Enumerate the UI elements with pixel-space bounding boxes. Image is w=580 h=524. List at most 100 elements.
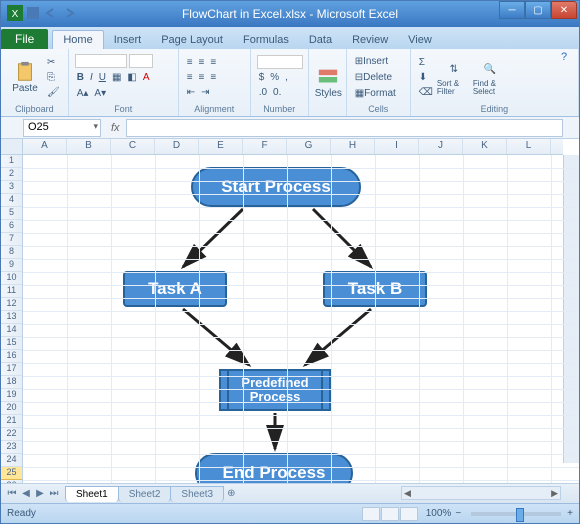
font-color-button[interactable]: A	[141, 70, 152, 84]
row-header[interactable]: 4	[1, 194, 22, 207]
row-header[interactable]: 18	[1, 376, 22, 389]
row-header[interactable]: 5	[1, 207, 22, 220]
sheet-tab-1[interactable]: Sheet1	[65, 486, 119, 502]
row-header[interactable]: 2	[1, 168, 22, 181]
tab-review[interactable]: Review	[342, 31, 398, 49]
name-box[interactable]: O25	[23, 119, 101, 137]
page-layout-view-button[interactable]	[381, 507, 399, 521]
zoom-slider[interactable]	[471, 512, 561, 516]
col-header[interactable]: J	[419, 139, 463, 154]
formula-input[interactable]	[126, 119, 563, 137]
zoom-out-icon[interactable]: −	[455, 508, 461, 519]
autosum-icon[interactable]: Σ	[417, 55, 435, 69]
row-header[interactable]: 1	[1, 155, 22, 168]
row-header[interactable]: 15	[1, 337, 22, 350]
help-icon[interactable]: ?	[561, 51, 575, 65]
cell-styles-button[interactable]: Styles	[315, 57, 342, 107]
align-left-icon[interactable]: ≡	[185, 70, 195, 84]
sheet-nav-next-icon[interactable]: ▶	[33, 488, 47, 499]
row-header[interactable]: 12	[1, 298, 22, 311]
align-top-icon[interactable]: ≡	[185, 55, 195, 69]
col-header[interactable]: D	[155, 139, 199, 154]
tab-data[interactable]: Data	[299, 31, 342, 49]
clear-icon[interactable]: ⌫	[417, 85, 435, 99]
row-header[interactable]: 7	[1, 233, 22, 246]
row-header[interactable]: 6	[1, 220, 22, 233]
sheet-nav-first-icon[interactable]: ⏮	[5, 488, 19, 499]
format-painter-icon[interactable]: 🖌	[45, 85, 62, 99]
format-cells-button[interactable]: ▦ Format	[353, 86, 398, 100]
cut-icon[interactable]: ✂	[45, 55, 62, 69]
bold-button[interactable]: B	[75, 70, 86, 84]
col-header[interactable]: H	[331, 139, 375, 154]
copy-icon[interactable]: ⎘	[45, 70, 62, 84]
row-header[interactable]: 19	[1, 389, 22, 402]
close-button[interactable]: ✕	[551, 1, 577, 19]
col-header[interactable]: E	[199, 139, 243, 154]
row-header[interactable]: 17	[1, 363, 22, 376]
tab-page-layout[interactable]: Page Layout	[151, 31, 233, 49]
row-header[interactable]: 24	[1, 454, 22, 467]
normal-view-button[interactable]	[362, 507, 380, 521]
page-break-view-button[interactable]	[400, 507, 418, 521]
undo-icon[interactable]	[43, 5, 59, 21]
new-sheet-icon[interactable]: ⊕	[223, 488, 239, 499]
col-header[interactable]: L	[507, 139, 551, 154]
col-header[interactable]: C	[111, 139, 155, 154]
row-header[interactable]: 22	[1, 428, 22, 441]
save-icon[interactable]	[25, 5, 41, 21]
spreadsheet-grid[interactable]: A B C D E F G H I J K L 1234567891011121…	[1, 139, 579, 483]
align-right-icon[interactable]: ≡	[208, 70, 218, 84]
cells-canvas[interactable]: Start Process Task A Task B PredefinedPr…	[23, 155, 579, 483]
sheet-tab-3[interactable]: Sheet3	[170, 486, 224, 502]
italic-button[interactable]: I	[88, 70, 95, 84]
horizontal-scrollbar[interactable]: ◀▶	[401, 486, 561, 500]
row-header[interactable]: 16	[1, 350, 22, 363]
row-header[interactable]: 11	[1, 285, 22, 298]
col-header[interactable]: A	[23, 139, 67, 154]
align-middle-icon[interactable]: ≡	[197, 55, 207, 69]
row-header[interactable]: 14	[1, 324, 22, 337]
redo-icon[interactable]	[61, 5, 77, 21]
flowchart-start[interactable]: Start Process	[191, 167, 361, 207]
row-header[interactable]: 21	[1, 415, 22, 428]
increase-decimal-icon[interactable]: .0	[257, 85, 269, 99]
underline-button[interactable]: U	[97, 70, 108, 84]
tab-home[interactable]: Home	[52, 30, 103, 49]
file-tab[interactable]: File	[1, 29, 48, 49]
indent-decrease-icon[interactable]: ⇤	[185, 85, 197, 99]
shrink-font-icon[interactable]: A▾	[92, 86, 108, 100]
comma-icon[interactable]: ,	[283, 70, 290, 84]
flowchart-task-a[interactable]: Task A	[123, 271, 227, 307]
tab-view[interactable]: View	[398, 31, 442, 49]
row-header[interactable]: 8	[1, 246, 22, 259]
fx-icon[interactable]: fx	[111, 122, 120, 134]
paste-button[interactable]: Paste	[7, 52, 43, 102]
border-button[interactable]: ▦	[110, 70, 123, 84]
row-header[interactable]: 23	[1, 441, 22, 454]
number-format-dropdown[interactable]	[257, 55, 303, 69]
col-header[interactable]: B	[67, 139, 111, 154]
select-all-corner[interactable]	[1, 139, 23, 155]
align-center-icon[interactable]: ≡	[197, 70, 207, 84]
find-select-button[interactable]: 🔍 Find & Select	[473, 52, 507, 102]
maximize-button[interactable]: ▢	[525, 1, 551, 19]
row-header[interactable]: 25	[1, 467, 22, 480]
row-header[interactable]: 9	[1, 259, 22, 272]
tab-formulas[interactable]: Formulas	[233, 31, 299, 49]
col-header[interactable]: G	[287, 139, 331, 154]
delete-cells-button[interactable]: ⊟ Delete	[353, 70, 398, 84]
col-header[interactable]: F	[243, 139, 287, 154]
row-header[interactable]: 20	[1, 402, 22, 415]
font-size-dropdown[interactable]	[129, 54, 153, 68]
fill-color-button[interactable]: ◧	[125, 70, 138, 84]
sort-filter-button[interactable]: ⇅ Sort & Filter	[437, 52, 471, 102]
currency-icon[interactable]: $	[257, 70, 267, 84]
font-name-dropdown[interactable]	[75, 54, 127, 68]
align-bottom-icon[interactable]: ≡	[208, 55, 218, 69]
minimize-button[interactable]: ─	[499, 1, 525, 19]
fill-icon[interactable]: ⬇	[417, 70, 435, 84]
sheet-nav-prev-icon[interactable]: ◀	[19, 488, 33, 499]
flowchart-end[interactable]: End Process	[195, 453, 353, 483]
tab-insert[interactable]: Insert	[104, 31, 152, 49]
